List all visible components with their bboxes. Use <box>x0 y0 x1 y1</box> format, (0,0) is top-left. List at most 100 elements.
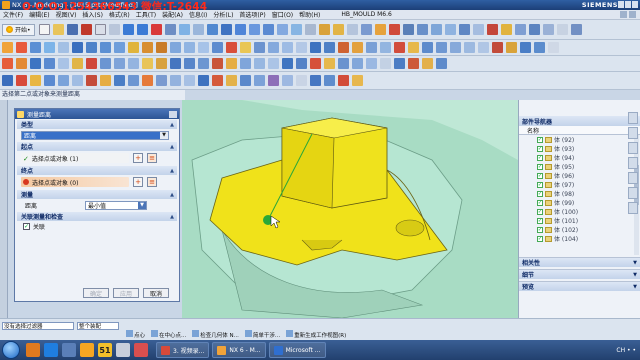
copy-icon[interactable] <box>94 24 106 35</box>
layer-icon[interactable] <box>318 24 330 35</box>
type-section-header[interactable]: 类型 ▲ <box>17 120 177 129</box>
menu-analysis[interactable]: 分析(L) <box>210 10 236 19</box>
tree-row[interactable]: ✓ 体 (101) <box>519 216 640 225</box>
zoom-icon[interactable] <box>178 24 190 35</box>
point-snap-item[interactable]: 点心 <box>126 330 145 339</box>
undo-icon[interactable] <box>122 24 134 35</box>
spline-icon[interactable] <box>534 42 545 53</box>
gate-icon[interactable] <box>528 24 540 35</box>
datum-plane-icon[interactable] <box>450 42 461 53</box>
clearance-icon[interactable] <box>422 58 433 69</box>
menu-assembly[interactable]: 装配(A) <box>159 10 186 19</box>
purple-tool-icon[interactable] <box>268 75 279 86</box>
wireframe-view-icon[interactable] <box>234 24 246 35</box>
front-view-icon[interactable] <box>276 24 288 35</box>
assembly-navigator-tab[interactable] <box>628 112 638 124</box>
visibility-checkbox[interactable]: ✓ <box>537 190 543 197</box>
web-browser-tab[interactable] <box>628 187 638 199</box>
draft-icon[interactable] <box>212 42 223 53</box>
browser-icon[interactable] <box>44 343 58 357</box>
dialog-titlebar[interactable]: 测量距离 <box>15 109 179 119</box>
associative-section-header[interactable]: 关联测量和检查 ▲ <box>17 212 177 221</box>
rotate-icon[interactable] <box>192 24 204 35</box>
electrode-icon[interactable] <box>556 24 568 35</box>
mould-split-icon[interactable] <box>458 24 470 35</box>
snap-center-icon[interactable] <box>58 75 69 86</box>
mould-core-icon[interactable] <box>444 24 456 35</box>
snap-midpoint-icon[interactable] <box>44 75 55 86</box>
shaded-view-icon[interactable] <box>220 24 232 35</box>
mass-icon[interactable] <box>380 58 391 69</box>
notepad-icon[interactable] <box>116 343 130 357</box>
end-section-header[interactable]: 终点 ▲ <box>17 166 177 175</box>
menu-preferences[interactable]: 首选项(P) <box>236 10 268 19</box>
line-icon[interactable] <box>506 42 517 53</box>
wcs-icon[interactable] <box>332 24 344 35</box>
delete-face-icon[interactable] <box>296 42 307 53</box>
point-type-button[interactable]: ≡ <box>147 177 157 187</box>
curve-select-icon[interactable] <box>212 75 223 86</box>
mould-cavity-icon[interactable] <box>430 24 442 35</box>
windows-start-button[interactable] <box>2 341 20 359</box>
visibility-checkbox[interactable]: ✓ <box>537 235 543 242</box>
name-column-header[interactable]: 名称 <box>519 126 640 135</box>
n-sided-icon[interactable] <box>72 58 83 69</box>
offset-face-icon[interactable] <box>254 42 265 53</box>
tree-row[interactable]: ✓ 体 (97) <box>519 180 640 189</box>
ejector-icon[interactable] <box>486 24 498 35</box>
snap-existing-icon[interactable] <box>128 75 139 86</box>
close-button[interactable] <box>632 1 638 8</box>
intersection-curve-icon[interactable] <box>142 58 153 69</box>
restore-doc-button[interactable] <box>620 11 627 18</box>
preview-panel[interactable]: 预览 ▼ <box>519 281 640 291</box>
snap-intersection-icon[interactable] <box>86 75 97 86</box>
chamfer-icon[interactable] <box>184 42 195 53</box>
bridge-curve-icon[interactable] <box>212 58 223 69</box>
redo-icon[interactable] <box>136 24 148 35</box>
right-view-icon[interactable] <box>290 24 302 35</box>
feature-tree-icon[interactable] <box>156 75 167 86</box>
apply-button[interactable]: 应用 <box>113 288 140 298</box>
point-type-button[interactable]: ≡ <box>147 153 157 163</box>
visibility-checkbox[interactable]: ✓ <box>537 226 543 233</box>
bom-icon[interactable] <box>570 24 582 35</box>
task-microsoft[interactable]: Microsoft ... <box>268 342 326 358</box>
visibility-checkbox[interactable]: ✓ <box>537 145 543 152</box>
measure-section-header[interactable]: 测量 ▲ <box>17 190 177 199</box>
tree-row[interactable]: ✓ 体 (100) <box>519 207 640 216</box>
start-button[interactable]: 开始• <box>2 23 35 36</box>
regenerate-view-item[interactable]: 重新生成工作视图(R) <box>286 330 346 339</box>
curvature-icon[interactable] <box>338 58 349 69</box>
project-curve-icon[interactable] <box>170 58 181 69</box>
move-face-icon[interactable] <box>282 42 293 53</box>
visibility-checkbox[interactable]: ✓ <box>537 136 543 143</box>
system-materials-tab[interactable] <box>628 172 638 184</box>
invert-hidden-icon[interactable] <box>282 75 293 86</box>
thickness-icon[interactable] <box>366 58 377 69</box>
cooling-icon[interactable] <box>542 24 554 35</box>
roles-tab[interactable] <box>628 202 638 214</box>
thread-icon[interactable] <box>338 42 349 53</box>
hb-mould-icon[interactable] <box>402 24 414 35</box>
scope-filter-dropdown[interactable]: 整个装配 <box>77 322 119 330</box>
type-dropdown[interactable]: 距离 ▼ <box>21 130 169 140</box>
interference-icon[interactable] <box>408 58 419 69</box>
boss-icon[interactable] <box>58 42 69 53</box>
wave-link-icon[interactable] <box>408 42 419 53</box>
examine-geometry-icon[interactable] <box>436 58 447 69</box>
ok-button[interactable]: 确定 <box>83 288 110 298</box>
paste-icon[interactable] <box>108 24 120 35</box>
associative-checkbox[interactable]: ✓ <box>23 222 30 230</box>
revolve-icon[interactable] <box>30 42 41 53</box>
sphere-icon[interactable] <box>114 42 125 53</box>
divide-curve-icon[interactable] <box>240 58 251 69</box>
point-dialog-button[interactable]: + <box>133 177 143 187</box>
section-view-icon[interactable] <box>304 24 316 35</box>
point-dialog-button[interactable]: + <box>133 153 143 163</box>
block-icon[interactable] <box>72 42 83 53</box>
face-select-icon[interactable] <box>184 75 195 86</box>
menu-tools[interactable]: 工具(T) <box>133 10 159 19</box>
iso-view-icon[interactable] <box>248 24 260 35</box>
select-all-icon[interactable] <box>2 75 13 86</box>
bounded-plane-icon[interactable] <box>58 58 69 69</box>
